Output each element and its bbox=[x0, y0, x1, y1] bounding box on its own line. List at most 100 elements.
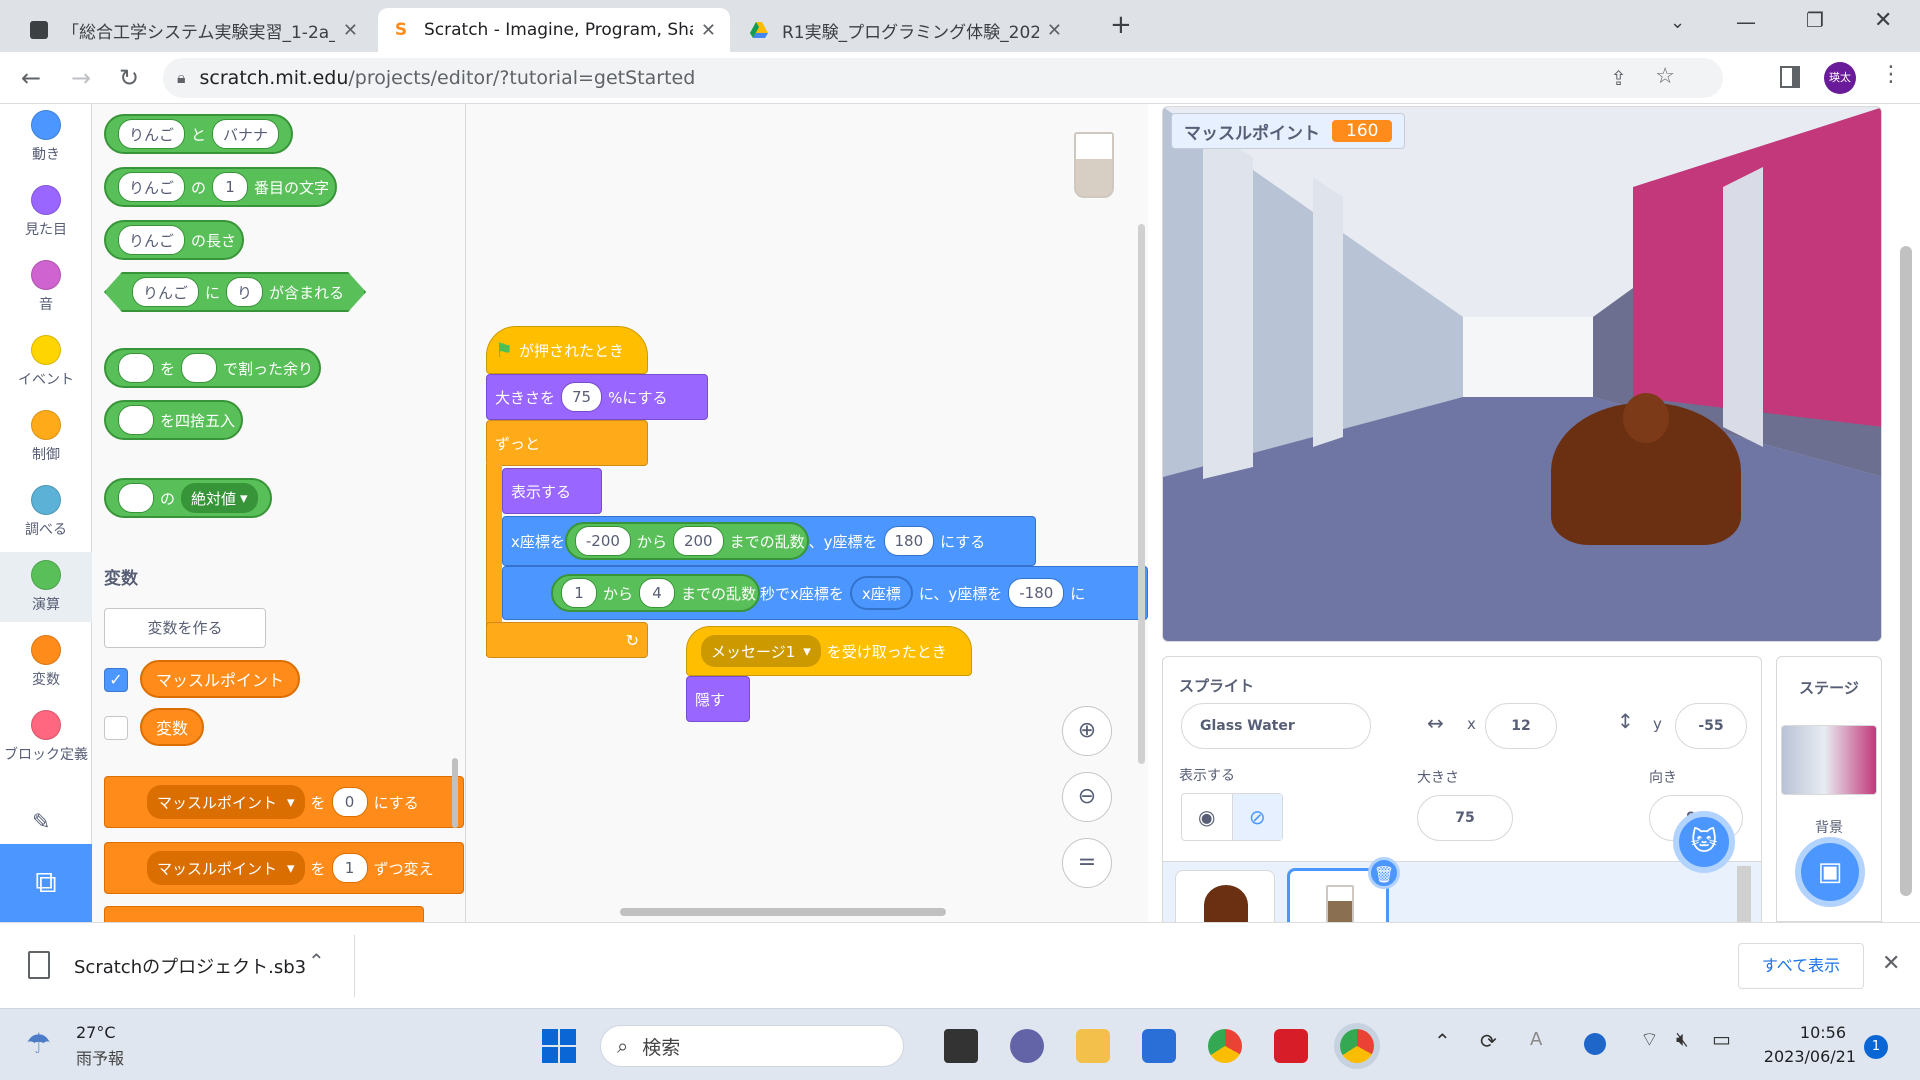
minimize-icon[interactable]: — bbox=[1736, 10, 1756, 34]
set-size-block[interactable]: 大きさを 75 %にする bbox=[486, 374, 708, 420]
set-variable-block[interactable]: マッスルポイント ▾ を 0 にする bbox=[104, 776, 464, 828]
category-sensing[interactable]: 調べる bbox=[0, 485, 92, 539]
sprite-name-field[interactable]: Glass Water bbox=[1181, 703, 1371, 749]
page-scrollbar[interactable] bbox=[1896, 110, 1916, 910]
input-slot[interactable]: 180 bbox=[883, 526, 935, 556]
glide-block[interactable]: 1 から 4 までの乱数 秒でx座標を x座標 に、y座標を -180 に bbox=[502, 566, 1148, 620]
tab-scratch[interactable]: S Scratch - Imagine, Program, Shar ✕ bbox=[378, 8, 730, 52]
make-variable-button[interactable]: 変数を作る bbox=[104, 608, 266, 648]
zoom-reset-button[interactable]: = bbox=[1062, 838, 1112, 888]
pen-icon[interactable]: ✎ bbox=[32, 810, 50, 835]
close-icon[interactable]: ✕ bbox=[343, 20, 358, 41]
variable-reporter[interactable]: マッスルポイント bbox=[140, 660, 301, 698]
input-slot[interactable]: 75 bbox=[561, 382, 603, 412]
sprite-list-scrollbar[interactable] bbox=[1737, 866, 1751, 924]
mod-block[interactable]: を で割った余り bbox=[104, 348, 322, 388]
variable-reporter[interactable]: 変数 bbox=[140, 708, 205, 746]
clock-time[interactable]: 10:56 bbox=[1790, 1023, 1846, 1042]
input-slot[interactable] bbox=[118, 483, 154, 513]
input-slot[interactable]: りんご bbox=[118, 119, 186, 149]
teams-chat-icon[interactable] bbox=[1010, 1029, 1044, 1063]
menu-kebab-icon[interactable]: ⋮ bbox=[1880, 62, 1902, 87]
input-slot[interactable]: 1 bbox=[561, 578, 597, 608]
contains-block[interactable]: りんごにりが含まれる bbox=[104, 272, 366, 312]
tray-chevron-icon[interactable]: ⌃ bbox=[1434, 1029, 1451, 1053]
task-view-icon[interactable] bbox=[944, 1029, 978, 1063]
sync-icon[interactable]: ⟳ bbox=[1480, 1029, 1497, 1053]
input-slot[interactable]: 0 bbox=[331, 787, 368, 817]
when-flag-clicked-block[interactable]: ⚑ が押されたとき bbox=[486, 326, 648, 374]
hide-block[interactable]: 隠す bbox=[686, 676, 750, 722]
function-dropdown[interactable]: 絶対値 ▾ bbox=[181, 483, 258, 513]
weather-rain-icon[interactable]: ☂ bbox=[26, 1027, 51, 1060]
forward-icon[interactable]: → bbox=[66, 64, 96, 92]
stage[interactable]: マッスルポイント 160 bbox=[1162, 106, 1882, 642]
chrome-icon[interactable] bbox=[1208, 1029, 1242, 1063]
forever-block[interactable]: ずっと bbox=[486, 420, 648, 466]
share-icon[interactable]: ⇪ bbox=[1610, 66, 1627, 90]
zoom-out-button[interactable]: ⊖ bbox=[1062, 772, 1112, 822]
round-block[interactable]: を四捨五入 bbox=[104, 400, 244, 440]
category-sound[interactable]: 音 bbox=[0, 260, 92, 314]
category-operators[interactable]: 演算 bbox=[0, 552, 92, 622]
input-slot[interactable]: 1 bbox=[331, 853, 368, 883]
change-variable-block[interactable]: マッスルポイント ▾ を 1 ずつ変え bbox=[104, 842, 464, 894]
input-slot[interactable] bbox=[118, 405, 154, 435]
size-field[interactable]: 75 bbox=[1417, 795, 1513, 841]
random-block[interactable]: 1 から 4 までの乱数 bbox=[551, 574, 761, 612]
notification-badge[interactable]: 1 bbox=[1864, 1035, 1888, 1059]
input-slot[interactable]: -180 bbox=[1008, 578, 1065, 608]
bookmark-star-icon[interactable]: ☆ bbox=[1655, 64, 1675, 89]
input-slot[interactable]: り bbox=[226, 277, 263, 307]
category-control[interactable]: 制御 bbox=[0, 410, 92, 464]
tab-drive[interactable]: R1実験_プログラミング体験_202306 ✕ bbox=[736, 8, 1076, 52]
backdrop-thumbnail[interactable] bbox=[1781, 725, 1877, 795]
file-explorer-icon[interactable] bbox=[1076, 1029, 1110, 1063]
category-events[interactable]: イベント bbox=[0, 335, 92, 389]
show-all-button[interactable]: すべて表示 bbox=[1738, 943, 1864, 989]
abs-block[interactable]: の絶対値 ▾ bbox=[104, 478, 272, 518]
input-slot[interactable] bbox=[118, 353, 154, 383]
back-icon[interactable]: ← bbox=[16, 64, 46, 92]
zoom-in-button[interactable]: ⊕ bbox=[1062, 706, 1112, 756]
variable-dropdown[interactable]: マッスルポイント ▾ bbox=[147, 851, 305, 885]
choose-sprite-button[interactable]: 🐱︎ bbox=[1673, 811, 1735, 873]
windows-start-icon[interactable] bbox=[542, 1029, 576, 1063]
restore-icon[interactable]: ❐ bbox=[1806, 8, 1824, 32]
variable-checkbox[interactable] bbox=[104, 716, 128, 740]
category-variables[interactable]: 変数 bbox=[0, 635, 92, 689]
hide-eye-icon[interactable]: ⊘ bbox=[1232, 794, 1282, 840]
input-slot[interactable]: 4 bbox=[639, 578, 676, 608]
sprite-tile-muscle[interactable] bbox=[1175, 870, 1275, 930]
tab-search-icon[interactable]: ⌄ bbox=[1670, 12, 1685, 33]
close-icon[interactable]: ✕ bbox=[1047, 20, 1062, 41]
letter-of-block[interactable]: りんごの 1 番目の文字 bbox=[104, 167, 338, 207]
input-slot[interactable]: バナナ bbox=[212, 119, 280, 149]
y-field[interactable]: -55 bbox=[1675, 703, 1747, 749]
taskbar-search[interactable]: ⌕ 検索 bbox=[600, 1025, 904, 1067]
palette-scrollbar[interactable] bbox=[452, 758, 458, 828]
chrome-profile-icon[interactable] bbox=[1340, 1029, 1374, 1063]
variable-checkbox[interactable]: ✓ bbox=[104, 668, 128, 692]
battery-icon[interactable]: ▭ bbox=[1712, 1027, 1731, 1051]
tab-course[interactable]: 「総合工学システム実験実習_1-2a_ ✕ bbox=[16, 8, 372, 52]
random-block[interactable]: -200 から 200 までの乱数 bbox=[564, 522, 809, 560]
wifi-icon[interactable]: ⌔ bbox=[1640, 1027, 1659, 1052]
volume-muted-icon[interactable]: 🔇︎ bbox=[1676, 1027, 1689, 1051]
when-receive-block[interactable]: メッセージ1 ▾ を受け取ったとき bbox=[686, 626, 972, 676]
x-position-reporter[interactable]: x座標 bbox=[849, 576, 913, 610]
close-icon[interactable]: ✕ bbox=[701, 20, 716, 41]
window-close-icon[interactable]: ✕ bbox=[1874, 8, 1892, 33]
input-slot[interactable]: 200 bbox=[672, 526, 724, 556]
input-slot[interactable]: -200 bbox=[574, 526, 631, 556]
acrobat-icon[interactable] bbox=[1274, 1029, 1308, 1063]
input-slot[interactable] bbox=[181, 353, 218, 383]
length-of-block[interactable]: りんご の長さ bbox=[104, 220, 245, 260]
clock-date[interactable]: 2023/06/21 bbox=[1760, 1047, 1856, 1066]
profile-avatar[interactable]: 瑛太 bbox=[1824, 62, 1856, 94]
join-block[interactable]: りんごとバナナ bbox=[104, 114, 294, 154]
input-slot[interactable]: りんご bbox=[118, 225, 186, 255]
variable-dropdown[interactable]: マッスルポイント ▾ bbox=[147, 785, 305, 819]
ime-icon[interactable]: A bbox=[1530, 1029, 1542, 1050]
onedrive-icon[interactable] bbox=[1584, 1033, 1606, 1055]
